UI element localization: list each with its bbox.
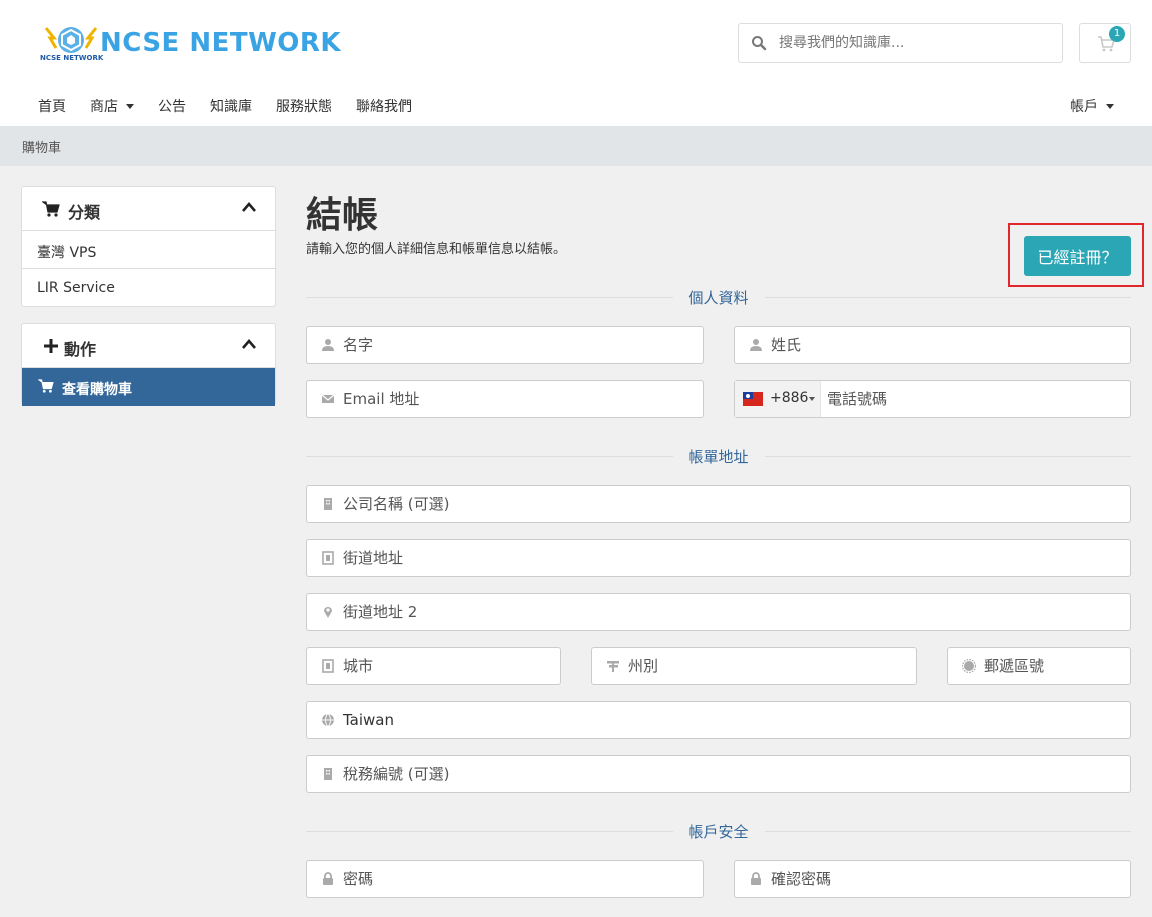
- confirm-password-input[interactable]: [771, 861, 1124, 897]
- country-code-select[interactable]: +886: [735, 381, 821, 417]
- email-field: [306, 380, 704, 418]
- nav-label: 聯絡我們: [356, 99, 412, 115]
- building-icon: [322, 551, 334, 565]
- nav-label: 首頁: [38, 99, 66, 115]
- first-name-input[interactable]: [343, 327, 697, 363]
- password-field: [306, 860, 704, 898]
- last-name-input[interactable]: [771, 327, 1124, 363]
- first-name-field: [306, 326, 704, 364]
- address2-field: [306, 593, 1131, 631]
- password-input[interactable]: [343, 861, 697, 897]
- chevron-up-icon[interactable]: [241, 201, 257, 213]
- user-icon: [750, 339, 762, 351]
- nav-item-store[interactable]: 商店: [78, 86, 146, 126]
- map-marker-icon: [324, 607, 332, 618]
- caret-down-icon: [1106, 104, 1114, 109]
- nav-label: 知識庫: [210, 99, 252, 115]
- nav-item-announcements[interactable]: 公告: [146, 86, 198, 126]
- envelope-icon: [321, 394, 335, 403]
- cart-icon: [42, 201, 60, 217]
- phone-field: +886: [734, 380, 1131, 418]
- sidebar-item-label: 查看購物車: [62, 382, 132, 398]
- panel-title: 動作: [64, 340, 97, 359]
- breadcrumb: 購物車: [0, 126, 1152, 166]
- building-icon: [324, 498, 332, 510]
- section-billing-address: 帳單地址: [306, 446, 1131, 467]
- nav-label: 公告: [158, 99, 186, 115]
- nav-item-contact[interactable]: 聯絡我們: [344, 86, 424, 126]
- breadcrumb-item-cart[interactable]: 購物車: [22, 137, 61, 156]
- address2-input[interactable]: [343, 594, 1124, 630]
- caret-down-icon: [126, 104, 134, 109]
- city-input[interactable]: [343, 648, 554, 684]
- logo[interactable]: NCSE NETWORK NCSE NETWORK: [38, 22, 341, 68]
- knowledgebase-search: [738, 23, 1063, 63]
- nav-item-home[interactable]: 首頁: [26, 86, 78, 126]
- section-title: 帳單地址: [672, 446, 765, 467]
- section-title: 帳戶安全: [672, 821, 765, 842]
- building-icon: [322, 659, 334, 673]
- country-field[interactable]: Taiwan: [306, 701, 1131, 739]
- state-input[interactable]: [628, 648, 910, 684]
- cart-count-badge: 1: [1109, 26, 1125, 42]
- postcode-field: [947, 647, 1131, 685]
- phone-input[interactable]: [827, 381, 1124, 417]
- address1-input[interactable]: [343, 540, 1124, 576]
- already-registered-button[interactable]: 已經註冊？: [1024, 236, 1131, 276]
- confirm-password-field: [734, 860, 1131, 898]
- search-icon[interactable]: [751, 35, 767, 51]
- signpost-icon: [607, 661, 619, 672]
- caret-down-icon: [809, 397, 815, 401]
- panel-title: 分類: [68, 203, 101, 222]
- search-input[interactable]: [779, 24, 1059, 62]
- company-input[interactable]: [343, 486, 1124, 522]
- sidebar-item-taiwan-vps[interactable]: 臺灣 VPS: [22, 231, 275, 269]
- categories-panel: 分類 臺灣 VPS LIR Service: [21, 186, 276, 307]
- sidebar-item-view-cart[interactable]: 查看購物車: [22, 368, 275, 406]
- page-subtitle: 請輸入您的個人詳細信息和帳單信息以結帳。: [306, 242, 567, 257]
- taiwan-flag-icon: [743, 392, 763, 406]
- nav-item-account[interactable]: 帳戶: [1058, 86, 1126, 126]
- nav-item-knowledgebase[interactable]: 知識庫: [198, 86, 264, 126]
- nav-label: 服務狀態: [276, 99, 332, 115]
- building-icon: [324, 768, 332, 780]
- globe-icon: [322, 713, 334, 727]
- nav-label: 商店: [90, 99, 118, 115]
- country-dial-code: +886: [770, 390, 809, 406]
- nav-item-network-status[interactable]: 服務狀態: [264, 86, 344, 126]
- section-account-security: 帳戶安全: [306, 821, 1131, 842]
- actions-panel-header[interactable]: 動作: [22, 324, 275, 368]
- section-title: 個人資料: [672, 287, 765, 308]
- country-select[interactable]: Taiwan: [343, 711, 394, 729]
- cart-button[interactable]: 1: [1079, 23, 1131, 63]
- certificate-icon: [962, 659, 976, 673]
- plus-icon: [44, 339, 58, 353]
- last-name-field: [734, 326, 1131, 364]
- state-field: [591, 647, 917, 685]
- lock-icon: [323, 872, 333, 885]
- categories-panel-header[interactable]: 分類: [22, 187, 275, 231]
- sidebar-item-lir-service[interactable]: LIR Service: [22, 269, 275, 307]
- section-personal-info: 個人資料: [306, 287, 1131, 308]
- page-title: 結帳: [306, 195, 379, 236]
- email-input[interactable]: [343, 381, 697, 417]
- user-icon: [322, 339, 334, 351]
- company-field: [306, 485, 1131, 523]
- city-field: [306, 647, 561, 685]
- actions-panel: 動作 查看購物車: [21, 323, 276, 406]
- nav-label: 帳戶: [1070, 99, 1098, 115]
- postcode-input[interactable]: [984, 648, 1124, 684]
- brand-tagline: NCSE NETWORK: [40, 54, 104, 62]
- main-nav: 首頁 商店 公告 知識庫 服務狀態 聯絡我們: [26, 86, 424, 126]
- brand-name: NCSE NETWORK: [100, 28, 342, 58]
- header: NCSE NETWORK NCSE NETWORK 1 首頁 商店 公告 知識庫…: [0, 0, 1152, 126]
- lock-icon: [751, 872, 761, 885]
- address1-field: [306, 539, 1131, 577]
- cart-icon: [38, 379, 54, 393]
- chevron-up-icon[interactable]: [241, 338, 257, 350]
- tax-id-field: [306, 755, 1131, 793]
- tax-id-input[interactable]: [343, 756, 1124, 792]
